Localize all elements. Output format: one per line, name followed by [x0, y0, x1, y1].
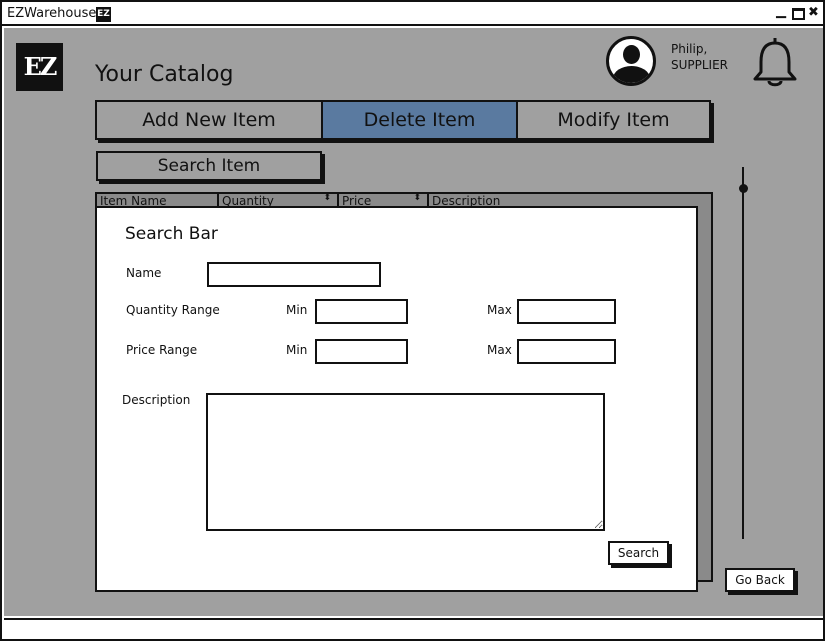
panel-title: Search Bar — [125, 224, 218, 244]
name-label: Name — [126, 266, 162, 280]
minimize-icon[interactable]: ▁ — [776, 5, 786, 19]
name-input[interactable] — [207, 262, 381, 287]
ez-logo: EZ — [16, 43, 63, 91]
quantity-min-label: Min — [286, 303, 308, 317]
description-textarea[interactable] — [206, 393, 605, 531]
price-range-label: Price Range — [126, 343, 198, 357]
status-bar — [4, 618, 823, 639]
quantity-range-label: Quantity Range — [126, 303, 220, 317]
price-min-input[interactable] — [315, 339, 408, 364]
price-max-label: Max — [487, 343, 512, 357]
title-bar: EZWarehouse EZ ▁ ✖ — [2, 2, 823, 26]
tab-modify-item[interactable]: Modify Item — [518, 102, 709, 138]
quantity-max-label: Max — [487, 303, 512, 317]
quantity-min-input[interactable] — [315, 299, 408, 324]
bell-icon[interactable] — [750, 34, 800, 88]
tab-delete-item[interactable]: Delete Item — [323, 102, 518, 138]
scrollbar-track[interactable] — [742, 167, 744, 539]
search-button[interactable]: Search — [608, 541, 669, 565]
user-name: Philip, — [671, 42, 708, 56]
sort-icon[interactable]: ⬍ — [413, 194, 421, 203]
user-avatar-icon[interactable] — [606, 36, 656, 86]
page-title: Your Catalog — [95, 62, 234, 87]
go-back-button[interactable]: Go Back — [725, 568, 795, 592]
tab-add-new-item[interactable]: Add New Item — [97, 102, 323, 138]
scrollbar-thumb[interactable] — [739, 184, 748, 193]
close-icon[interactable]: ✖ — [808, 6, 819, 20]
window-title: EZWarehouse — [7, 6, 97, 21]
search-item-button[interactable]: Search Item — [96, 151, 322, 181]
app-badge-icon: EZ — [96, 7, 111, 22]
price-max-input[interactable] — [517, 339, 616, 364]
search-bar-panel: Search Bar Name Quantity Range Min Max P… — [95, 206, 698, 592]
price-min-label: Min — [286, 343, 308, 357]
quantity-max-input[interactable] — [517, 299, 616, 324]
user-role: SUPPLIER — [671, 58, 729, 72]
sort-icon[interactable]: ⬍ — [323, 194, 331, 203]
maximize-icon[interactable] — [792, 8, 805, 20]
action-tabs: Add New Item Delete Item Modify Item — [95, 100, 711, 140]
avatar-head — [623, 45, 640, 64]
description-label: Description — [122, 393, 191, 407]
